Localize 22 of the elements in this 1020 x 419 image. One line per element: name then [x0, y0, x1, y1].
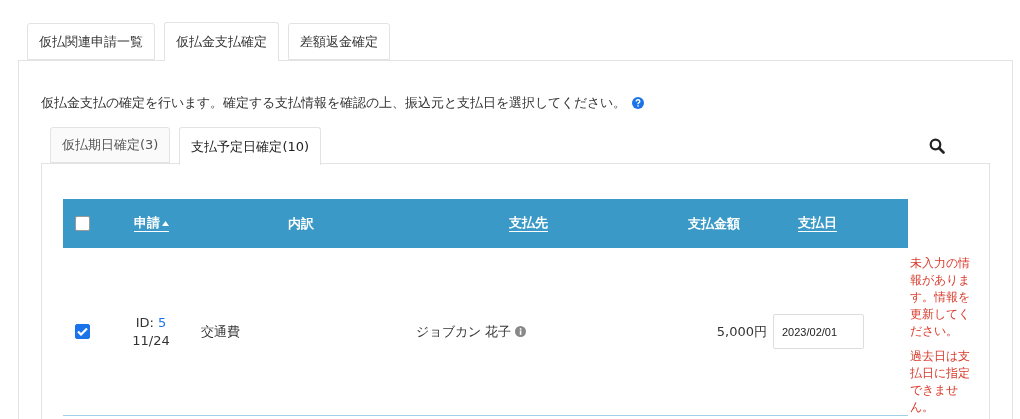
tab[interactable]: 支払予定日確定(10)	[179, 127, 322, 165]
table-cell: 5,000円	[716, 322, 767, 341]
column-header: 支払金額	[687, 214, 740, 233]
id-link[interactable]: 5	[158, 314, 167, 330]
table-cell: 交通費	[201, 322, 240, 341]
tab[interactable]: 仮払金支払確定	[164, 22, 279, 61]
info-icon[interactable]	[515, 326, 526, 337]
help-icon[interactable]	[632, 97, 644, 109]
error-message: 過去日は支払日に指定できません。	[910, 348, 970, 416]
tab[interactable]: 仮払期日確定(3)	[50, 127, 171, 163]
column-header: 内訳	[288, 214, 314, 233]
checkbox[interactable]	[74, 324, 90, 339]
search-icon[interactable]	[929, 138, 945, 154]
checkbox[interactable]	[74, 216, 90, 231]
table-cell: ID: 5	[135, 313, 167, 332]
description: 仮払金支払の確定を行います。確定する支払情報を確認の上、振込元と支払日を選択してください。	[41, 94, 626, 112]
table-cell: ジョブカン 花子	[415, 322, 511, 341]
tab[interactable]: 仮払関連申請一覧	[27, 23, 155, 60]
date-field[interactable]: 2023/02/01	[773, 314, 864, 349]
table-cell: 11/24	[132, 331, 170, 350]
error-message: 未入力の情報があります。情報を更新してください。	[910, 255, 970, 340]
tab[interactable]: 差額返金確定	[288, 23, 390, 60]
